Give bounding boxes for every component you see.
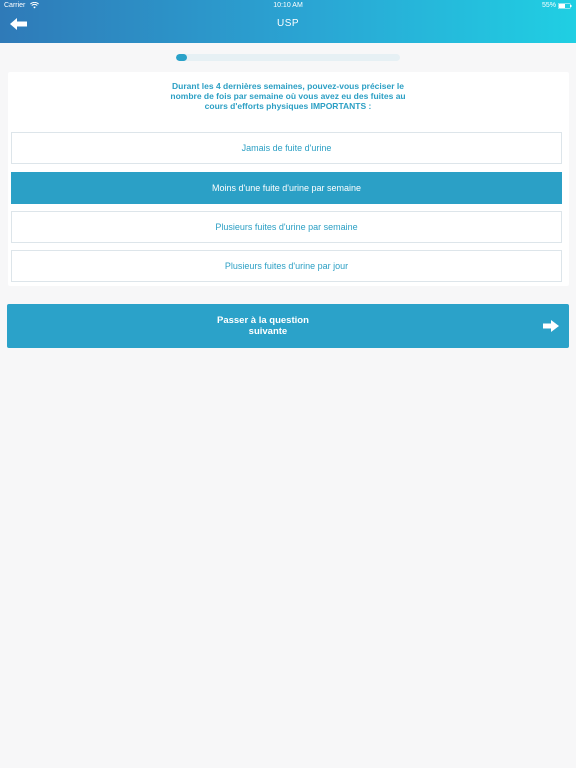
- app-header: Carrier 10:10 AM 55% USP: [0, 0, 576, 43]
- battery-percent: 55%: [541, 2, 556, 9]
- status-time: 10:10 AM: [273, 2, 303, 9]
- next-question-button[interactable]: Passer à la question suivante: [7, 304, 569, 348]
- question-card: Durant les 4 dernières semaines, pouvez-…: [8, 72, 569, 286]
- next-question-label: Passer à la question suivante: [217, 315, 309, 337]
- status-bar: Carrier 10:10 AM 55%: [0, 0, 576, 12]
- arrow-right-icon: [543, 320, 559, 332]
- option-moins-une-par-semaine[interactable]: Moins d'une fuite d'urine par semaine: [11, 172, 562, 204]
- option-plusieurs-par-semaine[interactable]: Plusieurs fuites d'urine par semaine: [11, 211, 562, 243]
- option-plusieurs-par-jour[interactable]: Plusieurs fuites d'urine par jour: [11, 250, 562, 282]
- page-title: USP: [276, 18, 300, 29]
- option-jamais[interactable]: Jamais de fuite d'urine: [11, 132, 562, 164]
- progress-fill: [176, 54, 188, 61]
- progress-bar: [176, 54, 400, 61]
- battery-icon: [558, 3, 572, 9]
- question-text: Durant les 4 dernières semaines, pouvez-…: [170, 81, 406, 111]
